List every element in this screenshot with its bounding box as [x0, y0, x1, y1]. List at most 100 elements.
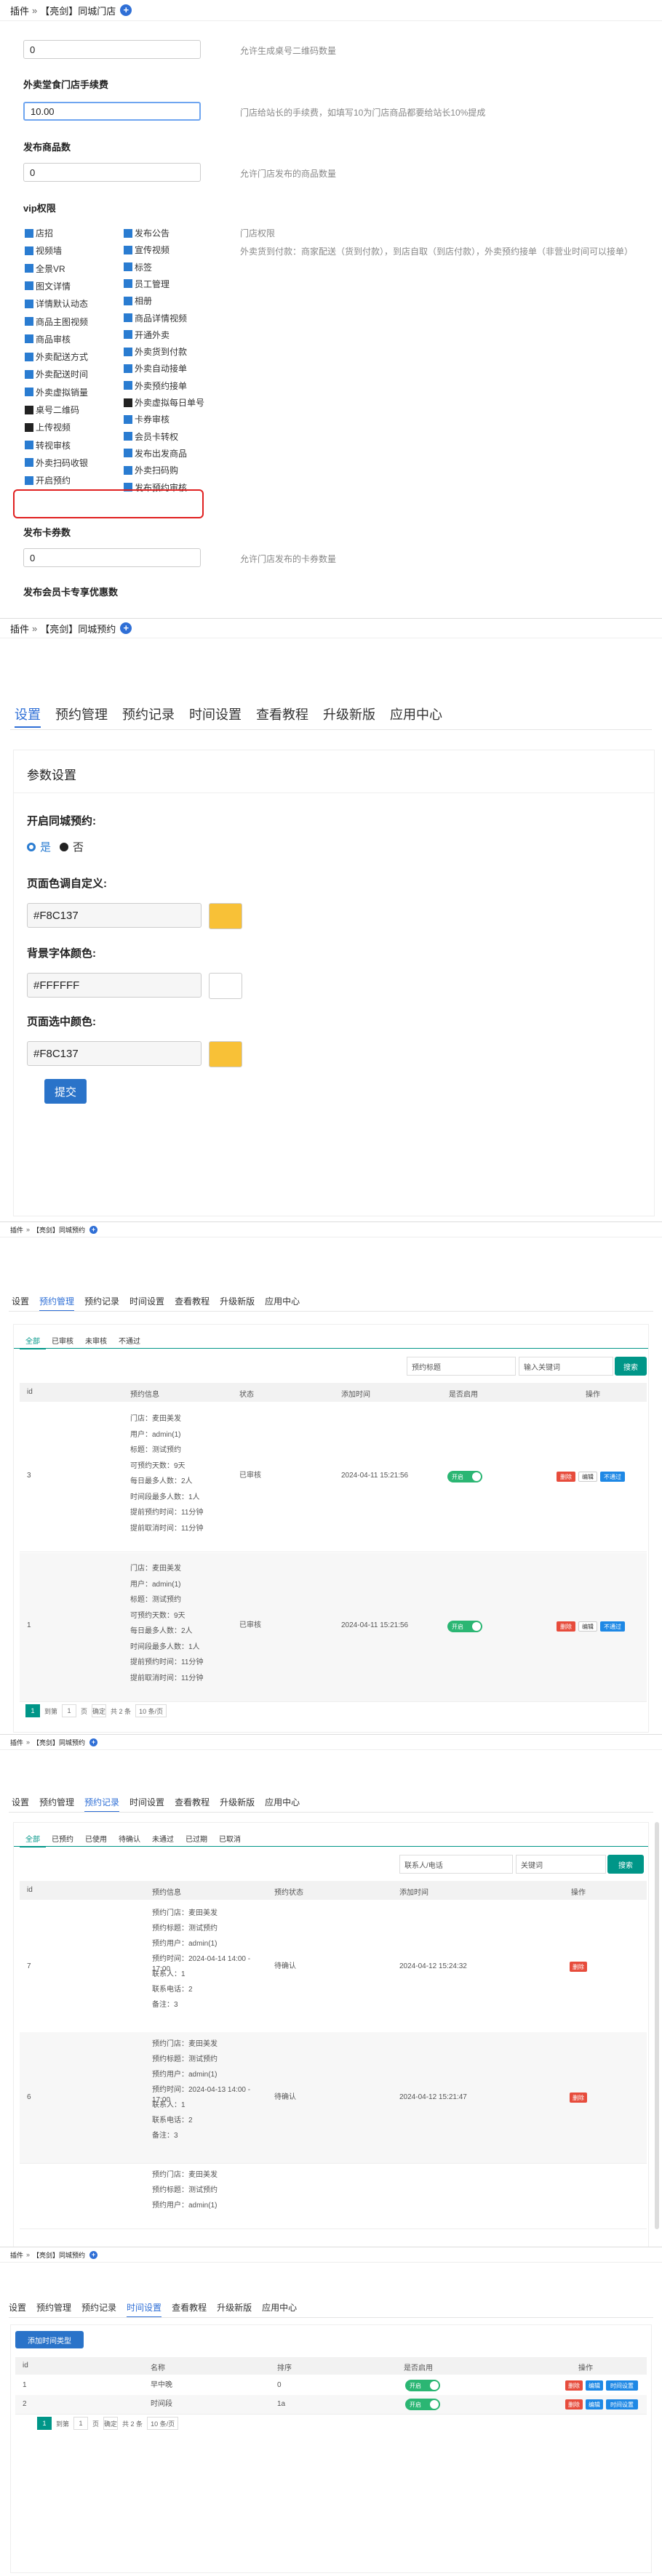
- color1-input[interactable]: #F8C137: [27, 903, 202, 928]
- checkbox-icon[interactable]: [124, 381, 132, 390]
- page-jump-input[interactable]: 1: [62, 1704, 77, 1717]
- color1-swatch[interactable]: [209, 903, 242, 929]
- checkbox-icon[interactable]: [25, 405, 33, 414]
- subtab-item[interactable]: 已使用: [79, 1833, 113, 1847]
- vip-checkbox-item[interactable]: 详情默认动态: [25, 297, 88, 310]
- vip-checkbox-item[interactable]: 外卖扫码收银: [25, 457, 88, 469]
- search-button[interactable]: 搜索: [615, 1357, 647, 1376]
- breadcrumb-plugin[interactable]: 插件: [10, 1738, 23, 1747]
- add-plus-icon[interactable]: +: [89, 2250, 98, 2259]
- checkbox-icon[interactable]: [124, 313, 132, 322]
- tab-item[interactable]: 时间设置: [129, 1295, 164, 1312]
- vip-checkbox-item[interactable]: 标签: [124, 261, 152, 273]
- checkbox-icon[interactable]: [25, 369, 33, 379]
- vip-checkbox-item[interactable]: 商品审核: [25, 333, 71, 345]
- search-field-select[interactable]: 预约标题: [407, 1357, 516, 1376]
- vip-checkbox-item[interactable]: 桌号二维码: [25, 404, 79, 416]
- tab-item[interactable]: 设置: [15, 705, 41, 728]
- checkbox-icon[interactable]: [124, 432, 132, 441]
- checkbox-icon[interactable]: [124, 449, 132, 458]
- vip-checkbox-item[interactable]: 外卖预约接单: [124, 380, 187, 392]
- confirm-button[interactable]: 确定: [92, 1704, 107, 1717]
- row-action-button[interactable]: 时间设置: [606, 2380, 638, 2391]
- search-field-select[interactable]: 联系人/电话: [399, 1855, 513, 1874]
- row-action-button[interactable]: 删除: [557, 1621, 575, 1632]
- checkbox-icon[interactable]: [25, 299, 33, 308]
- vip-checkbox-item[interactable]: 全景VR: [25, 262, 65, 275]
- vip-checkbox-item[interactable]: 上传视频: [25, 421, 71, 433]
- vip-checkbox-item[interactable]: 店招: [25, 227, 53, 239]
- tab-item[interactable]: 时间设置: [189, 705, 242, 728]
- tab-item[interactable]: 预约管理: [39, 1796, 74, 1813]
- checkbox-icon[interactable]: [124, 330, 132, 340]
- row-action-button[interactable]: 编辑: [586, 2380, 603, 2391]
- checkbox-icon[interactable]: [25, 458, 33, 468]
- tab-item[interactable]: 应用中心: [265, 1796, 300, 1813]
- vip-checkbox-item[interactable]: 商品主图视频: [25, 316, 88, 328]
- page-size-select[interactable]: 10 条/页: [147, 2417, 179, 2430]
- tab-item[interactable]: 升级新版: [323, 705, 375, 728]
- vip-checkbox-item[interactable]: 转视审核: [25, 439, 71, 452]
- subtab-item[interactable]: 未通过: [146, 1833, 180, 1847]
- row-action-button[interactable]: 编辑: [578, 1472, 597, 1482]
- qrcode-count-input[interactable]: 0: [23, 40, 201, 59]
- color2-swatch[interactable]: [209, 973, 242, 999]
- checkbox-icon[interactable]: [25, 334, 33, 344]
- vip-checkbox-item[interactable]: 开启预约: [25, 474, 71, 486]
- tab-item[interactable]: 预约记录: [84, 1295, 119, 1312]
- checkbox-icon[interactable]: [25, 246, 33, 255]
- row-delete-button[interactable]: 删除: [570, 2093, 587, 2103]
- vip-checkbox-item[interactable]: 外卖扫码购: [124, 464, 178, 476]
- tab-item[interactable]: 应用中心: [390, 705, 442, 728]
- subtab-item[interactable]: 全部: [20, 1833, 46, 1847]
- tab-item[interactable]: 时间设置: [127, 2301, 162, 2318]
- tab-item[interactable]: 查看教程: [172, 2301, 207, 2318]
- row-action-button[interactable]: 不通过: [600, 1621, 625, 1632]
- radio-no[interactable]: [60, 842, 69, 851]
- add-plus-icon[interactable]: +: [89, 1738, 98, 1746]
- tab-item[interactable]: 预约管理: [36, 2301, 71, 2318]
- tab-item[interactable]: 时间设置: [129, 1796, 164, 1813]
- radio-yes[interactable]: [27, 842, 36, 851]
- vip-checkbox-item[interactable]: 会员卡转权: [124, 430, 178, 443]
- vip-checkbox-item[interactable]: 发布出发商品: [124, 447, 187, 460]
- add-plus-icon[interactable]: +: [120, 4, 132, 16]
- checkbox-icon[interactable]: [124, 414, 132, 424]
- subtab-item[interactable]: 已预约: [46, 1833, 79, 1847]
- add-plus-icon[interactable]: +: [89, 1225, 98, 1234]
- tab-item[interactable]: 设置: [9, 2301, 26, 2318]
- checkbox-icon[interactable]: [124, 465, 132, 475]
- vip-checkbox-item[interactable]: 外卖货到付款: [124, 345, 187, 358]
- checkbox-icon[interactable]: [124, 245, 132, 254]
- checkbox-icon[interactable]: [25, 388, 33, 397]
- submit-button[interactable]: 提交: [44, 1079, 87, 1104]
- row-action-button[interactable]: 编辑: [586, 2399, 603, 2410]
- breadcrumb-plugin[interactable]: 插件: [10, 1225, 23, 1235]
- tab-item[interactable]: 应用中心: [265, 1295, 300, 1312]
- checkbox-icon[interactable]: [124, 347, 132, 356]
- add-time-type-button[interactable]: 添加时间类型: [15, 2331, 84, 2348]
- vip-checkbox-item[interactable]: 外卖虚拟每日单号: [124, 396, 204, 409]
- enable-toggle[interactable]: 开启: [405, 2399, 440, 2410]
- row-delete-button[interactable]: 删除: [570, 1962, 587, 1972]
- color3-input[interactable]: #F8C137: [27, 1041, 202, 1066]
- checkbox-icon[interactable]: [25, 441, 33, 450]
- subtab-item[interactable]: 待确认: [113, 1833, 146, 1847]
- checkbox-icon[interactable]: [25, 264, 33, 273]
- row-action-button[interactable]: 删除: [565, 2380, 583, 2391]
- tab-item[interactable]: 升级新版: [220, 1796, 255, 1813]
- checkbox-icon[interactable]: [25, 228, 33, 238]
- checkbox-icon[interactable]: [25, 317, 33, 326]
- vip-checkbox-item[interactable]: 宣传视频: [124, 244, 170, 256]
- color3-swatch[interactable]: [209, 1041, 242, 1067]
- tab-item[interactable]: 应用中心: [262, 2301, 297, 2318]
- tab-item[interactable]: 设置: [12, 1796, 29, 1813]
- vip-checkbox-item[interactable]: 视频墙: [25, 244, 62, 257]
- subtab-item[interactable]: 已审核: [46, 1335, 79, 1349]
- tab-item[interactable]: 预约记录: [84, 1796, 120, 1813]
- vip-checkbox-item[interactable]: 外卖配送方式: [25, 350, 88, 363]
- vip-checkbox-item[interactable]: 外卖自动接单: [124, 362, 187, 374]
- tab-item[interactable]: 升级新版: [217, 2301, 252, 2318]
- row-action-button[interactable]: 编辑: [578, 1621, 597, 1632]
- vip-checkbox-item[interactable]: 外卖配送时间: [25, 368, 88, 380]
